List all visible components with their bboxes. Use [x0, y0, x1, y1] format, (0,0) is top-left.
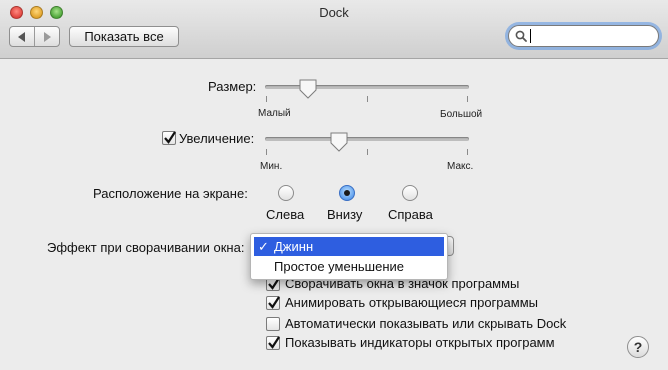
size-max-label: Большой	[440, 109, 483, 120]
menu-item-scale[interactable]: Простое уменьшение	[254, 257, 444, 276]
back-arrow-icon	[18, 31, 25, 42]
magnification-slider-thumb[interactable]	[330, 132, 348, 152]
search-input[interactable]	[529, 28, 649, 44]
position-right-radio[interactable]	[402, 185, 418, 201]
menu-item-genie-label: Джинн	[274, 239, 314, 254]
dock-preferences-window: Dock Показать все Размер: Малый Большой …	[0, 0, 668, 370]
magnification-max-label: Макс.	[447, 161, 474, 172]
position-bottom-label[interactable]: Внизу	[327, 207, 362, 222]
position-left-label[interactable]: Слева	[266, 207, 304, 222]
magnification-slider-ticks	[266, 149, 468, 155]
window-title: Dock	[319, 5, 349, 20]
forward-button[interactable]	[34, 27, 59, 46]
size-slider-ticks	[266, 96, 468, 102]
minimize-effect-label: Эффект при сворачивании окна:	[47, 240, 245, 255]
help-button[interactable]: ?	[627, 336, 649, 358]
back-button[interactable]	[10, 27, 34, 46]
show-indicators-checkbox[interactable]	[266, 336, 280, 350]
position-label: Расположение на экране:	[93, 186, 248, 201]
search-icon	[515, 30, 527, 42]
autohide-dock-label[interactable]: Автоматически показывать или скрывать Do…	[285, 316, 566, 331]
magnification-min-label: Мин.	[260, 161, 283, 172]
checkmark-icon	[164, 131, 176, 144]
checkmark-icon	[268, 296, 280, 309]
autohide-dock-checkbox[interactable]	[266, 317, 280, 331]
selected-check-icon: ✓	[258, 239, 269, 254]
title-bar: Dock Показать все	[0, 0, 668, 59]
magnification-label[interactable]: Увеличение:	[179, 131, 254, 146]
animate-opening-checkbox[interactable]	[266, 296, 280, 310]
menu-item-genie[interactable]: ✓ Джинн	[254, 237, 444, 256]
menu-item-scale-label: Простое уменьшение	[274, 259, 404, 274]
size-label: Размер:	[208, 79, 257, 94]
position-right-label[interactable]: Справа	[388, 207, 433, 222]
text-cursor	[530, 29, 531, 43]
animate-opening-label[interactable]: Анимировать открывающиеся программы	[285, 295, 538, 310]
magnification-checkbox[interactable]	[162, 131, 176, 145]
show-indicators-label[interactable]: Показывать индикаторы открытых программ	[285, 335, 555, 350]
magnification-slider-track[interactable]	[265, 137, 469, 141]
size-slider-track[interactable]	[265, 85, 469, 89]
minimize-effect-menu: ✓ Джинн Простое уменьшение	[250, 233, 448, 280]
position-left-radio[interactable]	[278, 185, 294, 201]
show-all-button[interactable]: Показать все	[69, 26, 179, 47]
back-forward-control	[9, 26, 60, 47]
size-min-label: Малый	[258, 108, 291, 119]
position-bottom-radio[interactable]	[339, 185, 355, 201]
forward-arrow-icon	[44, 31, 51, 42]
checkmark-icon	[268, 336, 280, 349]
size-slider-thumb[interactable]	[299, 79, 317, 99]
search-field[interactable]	[508, 25, 659, 47]
